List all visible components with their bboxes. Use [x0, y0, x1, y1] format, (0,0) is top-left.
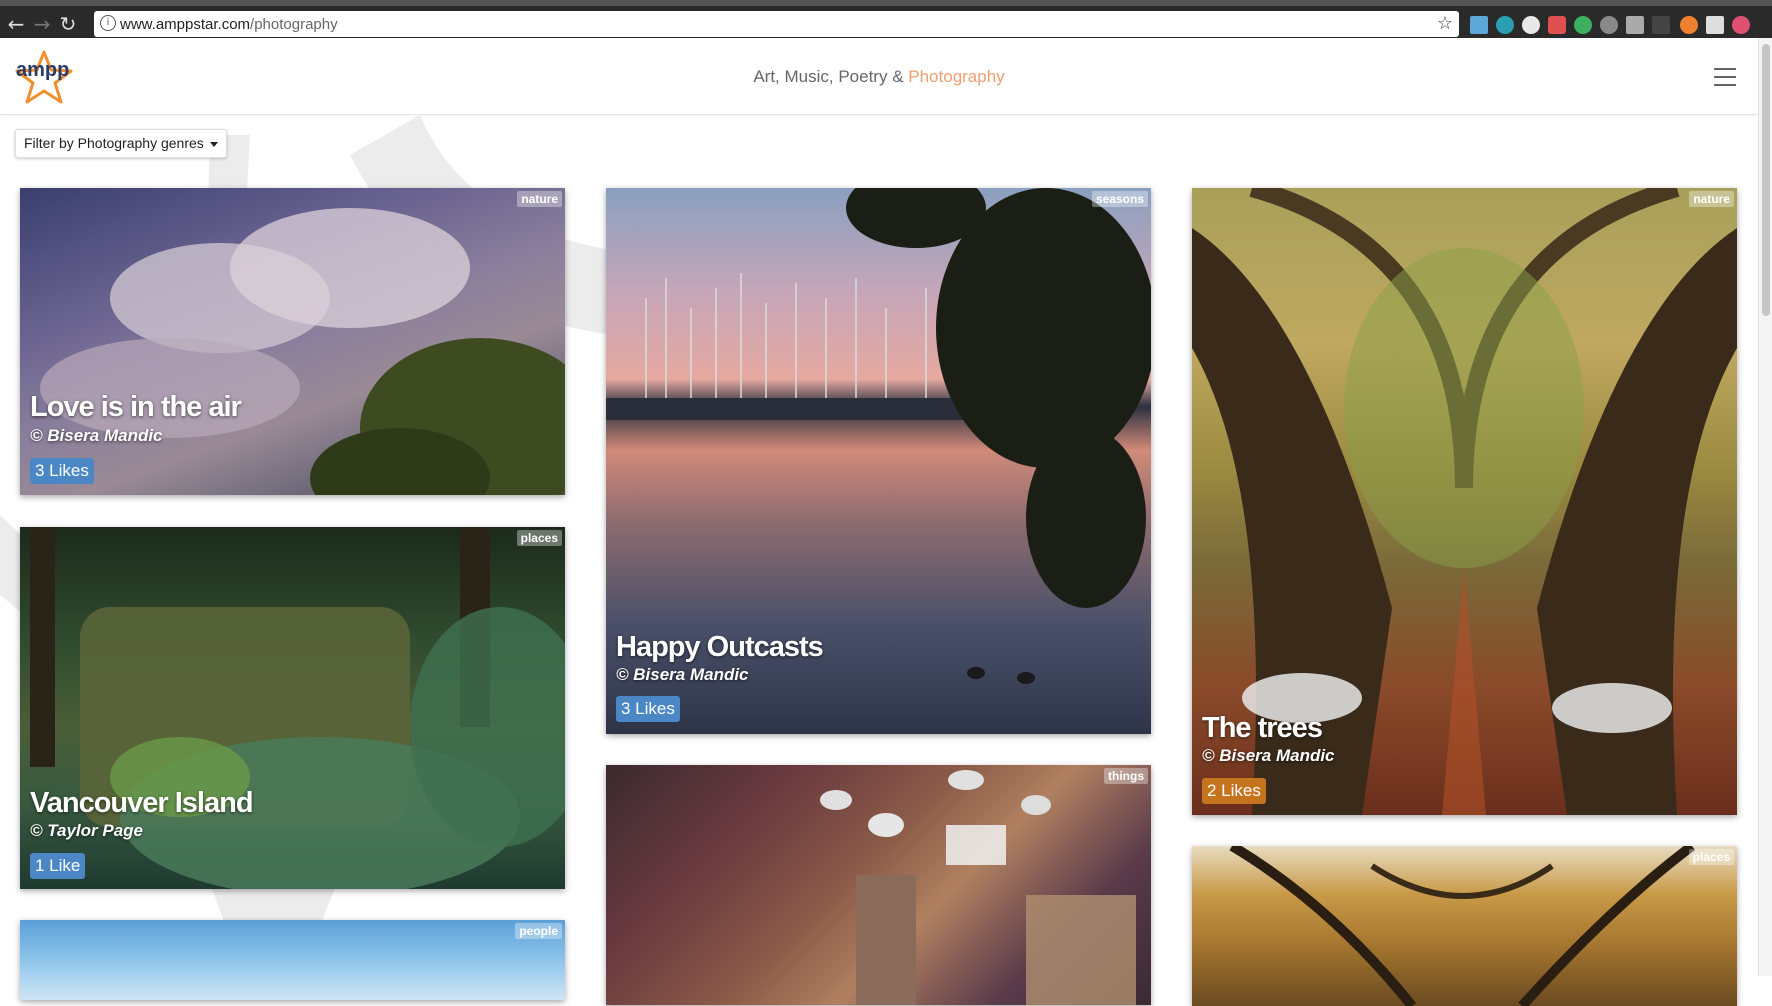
url-text[interactable]: www.amppstar.com/photography: [120, 16, 338, 33]
likes-badge[interactable]: 2 Likes: [1202, 778, 1266, 804]
likes-badge[interactable]: 3 Likes: [616, 696, 680, 722]
extension-icon[interactable]: [1652, 16, 1670, 34]
genre-badge: seasons: [1091, 191, 1148, 207]
card-title: The trees: [1202, 712, 1323, 744]
likes-badge[interactable]: 3 Likes: [30, 458, 94, 484]
genre-badge: places: [516, 530, 562, 546]
bookmark-star-icon[interactable]: ☆: [1437, 13, 1453, 34]
photo-image: [606, 765, 1151, 1005]
photo-card[interactable]: places Vancouver Island © Taylor Page 1 …: [20, 527, 565, 889]
menu-icon[interactable]: [1714, 68, 1736, 86]
card-author: © Bisera Mandic: [1202, 746, 1335, 765]
genre-badge: nature: [1689, 191, 1734, 207]
gear-icon[interactable]: [1600, 16, 1618, 34]
browser-toolbar: ← → ↻ i www.amppstar.com/photography ☆: [0, 0, 1772, 38]
genre-badge: people: [515, 923, 562, 939]
extension-icon[interactable]: [1680, 16, 1698, 34]
reload-icon[interactable]: ↻: [56, 12, 80, 36]
card-title: Love is in the air: [30, 391, 242, 423]
tagline-prefix: Art, Music, Poetry &: [753, 67, 909, 86]
extension-icon[interactable]: [1626, 16, 1644, 34]
card-author: © Bisera Mandic: [30, 426, 163, 445]
card-author: © Taylor Page: [30, 821, 143, 840]
photo-image: [20, 188, 565, 495]
genre-badge: things: [1104, 768, 1148, 784]
url-host: www.amppstar.com: [120, 16, 251, 33]
url-path: /photography: [250, 16, 338, 33]
scrollbar[interactable]: [1758, 38, 1772, 976]
back-icon[interactable]: ←: [4, 12, 28, 36]
photo-card[interactable]: nature Love is in the air © Bisera Mandi…: [20, 188, 565, 495]
address-bar[interactable]: i www.amppstar.com/photography ☆: [94, 11, 1459, 37]
card-title: Happy Outcasts: [616, 631, 824, 663]
extension-icon[interactable]: [1548, 16, 1566, 34]
filter-label: Filter by Photography genres: [24, 135, 204, 151]
scrollbar-thumb[interactable]: [1762, 44, 1770, 316]
extension-icon[interactable]: [1574, 16, 1592, 34]
caret-down-icon: [209, 141, 218, 147]
tagline-accent[interactable]: Photography: [908, 67, 1004, 86]
genre-filter-dropdown[interactable]: Filter by Photography genres: [15, 129, 227, 158]
genre-badge: nature: [517, 191, 562, 207]
photo-card[interactable]: things: [606, 765, 1151, 1005]
photo-card[interactable]: places: [1192, 846, 1737, 1006]
info-icon[interactable]: i: [100, 15, 116, 31]
extension-icon[interactable]: [1522, 16, 1540, 34]
photo-card[interactable]: people: [20, 920, 565, 1000]
photo-image: [20, 920, 565, 1000]
genre-badge: places: [1688, 849, 1734, 865]
extension-icon[interactable]: [1496, 16, 1514, 34]
likes-badge[interactable]: 1 Like: [30, 853, 86, 879]
photo-image: [1192, 846, 1737, 1006]
extension-icon[interactable]: [1732, 16, 1750, 34]
card-author: © Bisera Mandic: [616, 665, 749, 684]
photo-card[interactable]: nature The trees © Bisera Mandic 2 Likes: [1192, 188, 1737, 815]
site-header: ampp Art, Music, Poetry & Photography: [0, 38, 1758, 115]
card-title: Vancouver Island: [30, 787, 254, 819]
extension-icon[interactable]: [1470, 16, 1488, 34]
extension-icon[interactable]: [1706, 16, 1724, 34]
forward-icon[interactable]: →: [30, 12, 54, 36]
site-tagline: Art, Music, Poetry & Photography: [0, 67, 1758, 87]
photo-card[interactable]: seasons Happy Outcasts © Bisera Mandic 3…: [606, 188, 1151, 734]
